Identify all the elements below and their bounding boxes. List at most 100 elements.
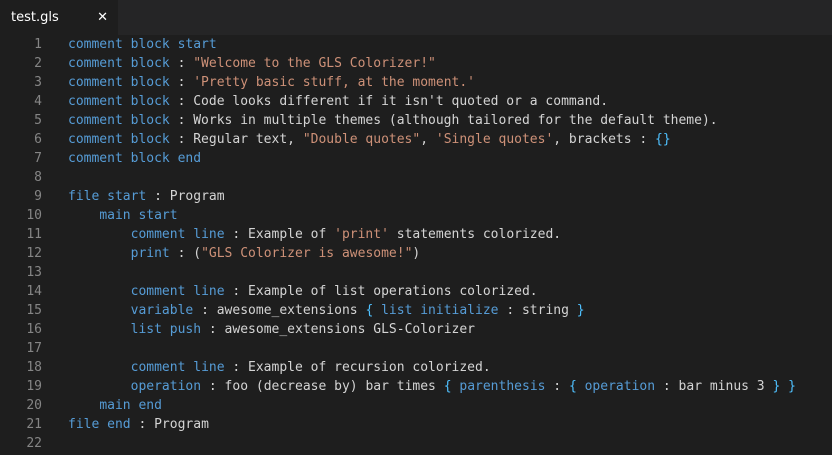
code-token: 'Pretty basic stuff, at the moment.' <box>193 75 475 90</box>
code-line[interactable]: 10 main start <box>0 206 832 225</box>
line-number: 3 <box>34 75 42 90</box>
line-number: 12 <box>26 246 42 261</box>
line-text <box>42 168 68 187</box>
code-token: "Welcome to the GLS Colorizer!" <box>193 56 436 71</box>
code-token: list push <box>130 322 202 337</box>
code-editor: test.gls ✕ 1 comment block start 2 comment … <box>0 0 832 455</box>
code-line[interactable]: 3 comment block : 'Pretty basic stuff, at… <box>0 73 832 92</box>
line-text: main start <box>42 206 178 225</box>
code-token: : Regular text, <box>169 132 303 147</box>
code-line[interactable]: 5 comment block : Works in multiple theme… <box>0 111 832 130</box>
code-token: : <box>169 56 194 71</box>
code-token: comment block end <box>68 151 202 166</box>
line-text: print : ("GLS Colorizer is awesome!") <box>42 244 421 263</box>
code-line[interactable]: 21 file end : Program <box>0 415 832 434</box>
line-number: 22 <box>26 436 42 451</box>
line-number: 5 <box>34 113 42 128</box>
line-text: comment block : Works in multiple themes… <box>42 111 718 130</box>
code-token: operation <box>584 379 656 394</box>
line-number: 1 <box>34 37 42 52</box>
code-line[interactable]: 17 <box>0 339 832 358</box>
line-text: comment block start <box>42 35 217 54</box>
code-token: : ( <box>169 246 202 261</box>
code-line[interactable]: 8 <box>0 168 832 187</box>
code-token: list initialize <box>381 303 499 318</box>
code-line[interactable]: 11 comment line : Example of 'print' sta… <box>0 225 832 244</box>
code-token: variable <box>130 303 194 318</box>
line-text: comment block end <box>42 149 201 168</box>
code-line[interactable]: 14 comment line : Example of list operat… <box>0 282 832 301</box>
line-number: 18 <box>26 360 42 375</box>
code-token: : Example of <box>224 227 335 242</box>
code-token: : foo (decrease by) bar times <box>201 379 444 394</box>
code-line[interactable]: 1 comment block start <box>0 35 832 54</box>
code-line[interactable]: 22 <box>0 434 832 453</box>
code-line[interactable]: 18 comment line : Example of recursion c… <box>0 358 832 377</box>
code-token: } <box>788 379 796 394</box>
line-number: 20 <box>26 398 42 413</box>
code-area[interactable]: 1 comment block start 2 comment block : "We… <box>0 35 832 455</box>
code-token: : Example of list operations colorized. <box>224 284 538 299</box>
code-token: } <box>576 303 585 318</box>
line-number: 16 <box>26 322 42 337</box>
code-line[interactable]: 19 operation : foo (decrease by) bar tim… <box>0 377 832 396</box>
line-number: 21 <box>26 417 42 432</box>
code-line[interactable]: 4 comment block : Code looks different if… <box>0 92 832 111</box>
line-text: variable : awesome_extensions { list ini… <box>42 301 585 320</box>
close-icon[interactable]: ✕ <box>97 11 108 24</box>
line-text: comment block : Regular text, "Double qu… <box>42 130 671 149</box>
code-line[interactable]: 2 comment block : "Welcome to the GLS Col… <box>0 54 832 73</box>
code-token: comment block <box>68 75 170 90</box>
code-line[interactable]: 15 variable : awesome_extensions { list … <box>0 301 832 320</box>
line-text: operation : foo (decrease by) bar times … <box>42 377 796 396</box>
code-token: : Code looks different if it isn't quote… <box>169 94 609 109</box>
line-number: 13 <box>26 265 42 280</box>
line-text: comment line : Example of 'print' statem… <box>42 225 561 244</box>
code-token: operation <box>130 379 202 394</box>
line-number: 6 <box>34 132 42 147</box>
code-token: : bar minus 3 <box>655 379 773 394</box>
code-token: : string <box>498 303 577 318</box>
code-token: { <box>568 379 577 394</box>
line-number: 4 <box>34 94 42 109</box>
line-number: 2 <box>34 56 42 71</box>
code-line[interactable]: 6 comment block : Regular text, "Double q… <box>0 130 832 149</box>
code-token: file start <box>68 189 147 204</box>
line-text: main end <box>42 396 162 415</box>
line-number: 7 <box>34 151 42 166</box>
line-text: comment block : Code looks different if … <box>42 92 608 111</box>
code-token: : Example of recursion colorized. <box>224 360 491 375</box>
code-line[interactable]: 16 list push : awesome_extensions GLS-Co… <box>0 320 832 339</box>
code-line[interactable]: 13 <box>0 263 832 282</box>
code-token: : awesome_extensions <box>193 303 366 318</box>
line-number: 10 <box>26 208 42 223</box>
code-line[interactable]: 20 main end <box>0 396 832 415</box>
code-token: main start <box>99 208 178 223</box>
code-token: ) <box>412 246 421 261</box>
code-token: {} <box>655 132 671 147</box>
code-token: "Double quotes" <box>302 132 421 147</box>
code-line[interactable]: 12 print : ("GLS Colorizer is awesome!") <box>0 244 832 263</box>
code-line[interactable]: 9 file start : Program <box>0 187 832 206</box>
line-number: 11 <box>26 227 42 242</box>
line-number: 14 <box>26 284 42 299</box>
code-token: : <box>545 379 569 394</box>
line-number: 9 <box>34 189 42 204</box>
code-token: main end <box>99 398 162 413</box>
tab-test-gls[interactable]: test.gls ✕ <box>0 0 119 35</box>
code-token: "GLS Colorizer is awesome!" <box>201 246 413 261</box>
code-token: comment block <box>68 132 170 147</box>
line-text <box>42 263 68 282</box>
code-line[interactable]: 7 comment block end <box>0 149 832 168</box>
code-token: 'print' <box>334 227 389 242</box>
code-token: , <box>420 132 436 147</box>
